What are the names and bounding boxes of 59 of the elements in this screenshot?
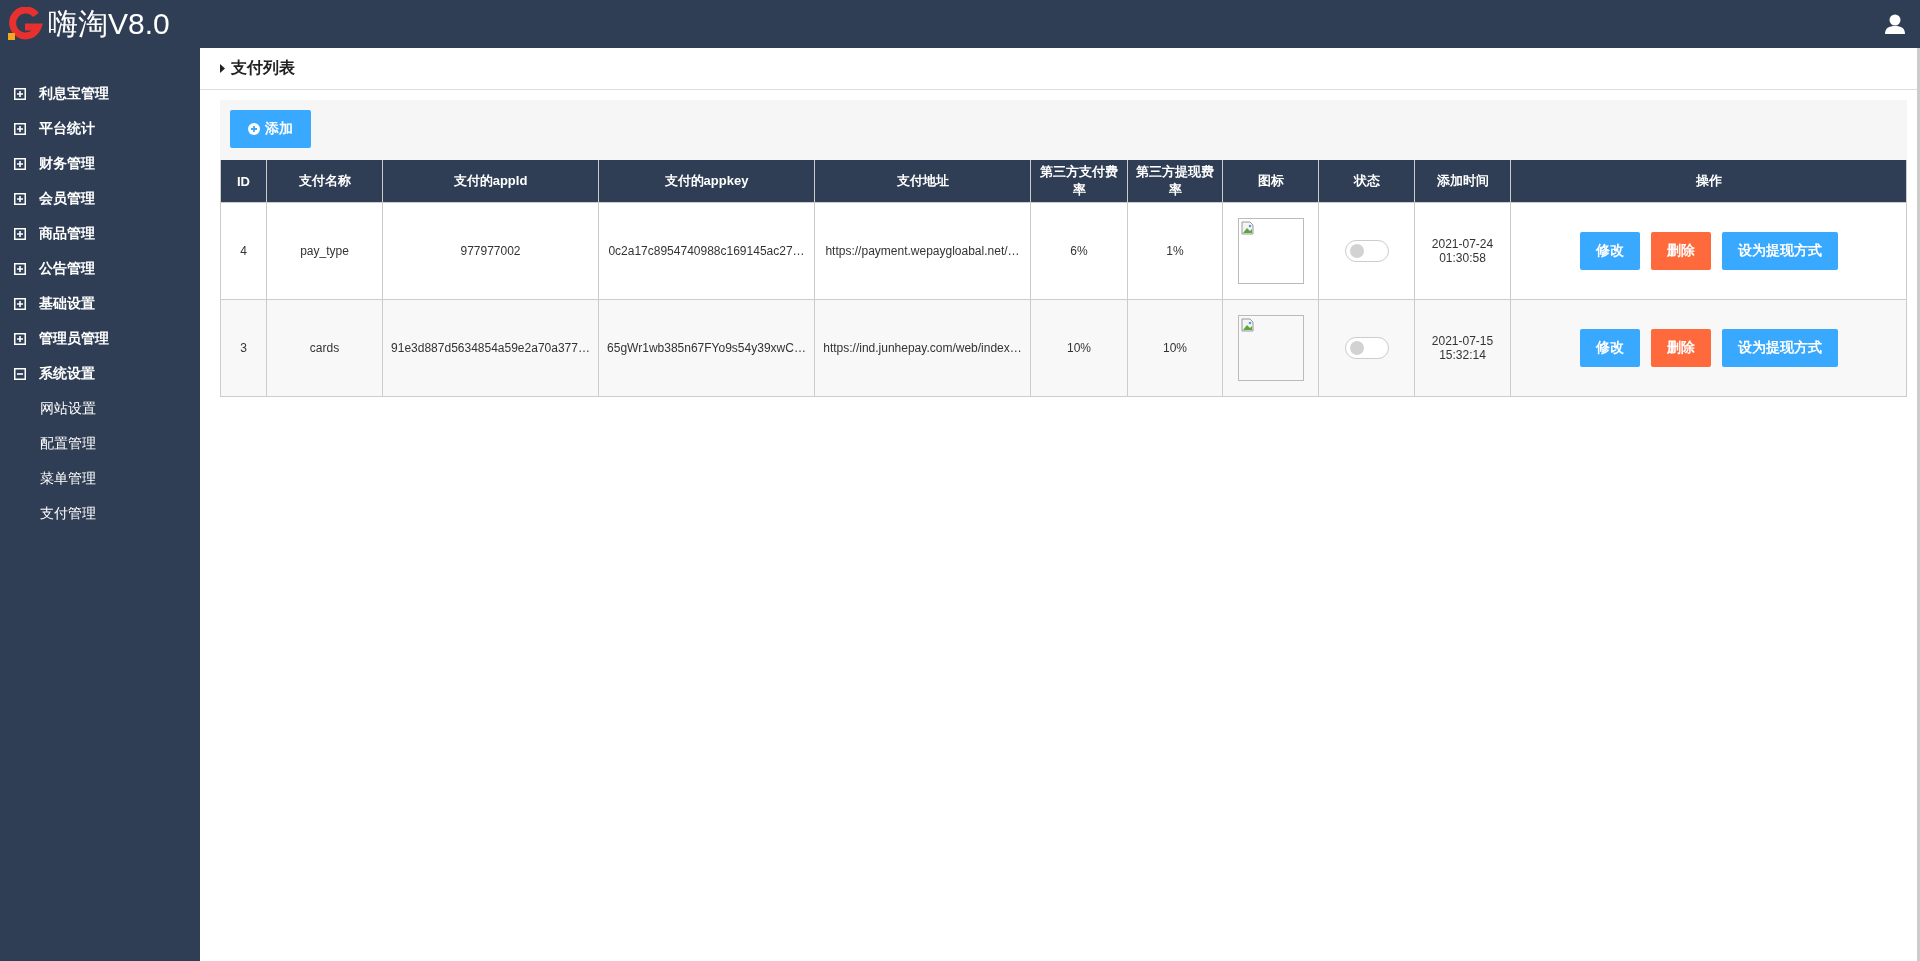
sidebar-item[interactable]: 基础设置 — [0, 286, 200, 321]
column-header: 第三方提现费率 — [1127, 160, 1223, 203]
table-cell: pay_type — [266, 202, 383, 300]
sidebar-item[interactable]: 利息宝管理 — [0, 76, 200, 111]
table-cell: https://payment.wepaygloabal.net/… — [814, 202, 1031, 300]
table-cell: 91e3d887d5634854a59e2a70a377… — [382, 299, 599, 397]
sidebar-subitem[interactable]: 支付管理 — [0, 496, 200, 531]
column-header: 操作 — [1510, 160, 1907, 203]
page-title: 支付列表 — [231, 58, 295, 78]
table-cell: 6% — [1030, 202, 1128, 300]
sidebar-label: 商品管理 — [39, 224, 95, 243]
broken-image-icon — [1240, 221, 1255, 235]
status-toggle[interactable] — [1344, 240, 1389, 262]
table-cell: 10% — [1030, 299, 1128, 397]
sidebar-label: 财务管理 — [39, 154, 95, 173]
sidebar-label: 公告管理 — [39, 259, 95, 278]
sidebar-label: 管理员管理 — [39, 329, 109, 348]
sidebar-label: 会员管理 — [39, 189, 95, 208]
broken-image-icon — [1240, 318, 1255, 332]
sidebar-item[interactable]: 系统设置 — [0, 356, 200, 391]
app-title: 嗨淘V8.0 — [48, 5, 170, 42]
table-cell: 3 — [220, 299, 267, 397]
sidebar-label: 系统设置 — [39, 364, 95, 383]
sidebar-item[interactable]: 会员管理 — [0, 181, 200, 216]
sidebar-item[interactable]: 商品管理 — [0, 216, 200, 251]
caret-icon — [220, 64, 225, 73]
column-header: 状态 — [1318, 160, 1415, 203]
table-cell: 1% — [1127, 202, 1223, 300]
sidebar-subitem[interactable]: 菜单管理 — [0, 461, 200, 496]
sidebar-label: 利息宝管理 — [39, 84, 109, 103]
column-header: 支付的appId — [382, 160, 599, 203]
plus-circle-icon — [248, 123, 260, 135]
sidebar-item[interactable]: 公告管理 — [0, 251, 200, 286]
table-cell: https://ind.junhepay.com/web/index… — [814, 299, 1031, 397]
column-header: 支付的appkey — [598, 160, 815, 203]
status-toggle[interactable] — [1344, 337, 1389, 359]
sidebar-item[interactable]: 财务管理 — [0, 146, 200, 181]
table-cell: 4 — [220, 202, 267, 300]
table-cell: cards — [266, 299, 383, 397]
table-cell: 2021-07-24 01:30:58 — [1414, 202, 1511, 300]
table-cell: 977977002 — [382, 202, 599, 300]
logo-icon — [6, 7, 44, 41]
user-icon[interactable] — [1884, 13, 1906, 35]
column-header: 支付地址 — [814, 160, 1031, 203]
table-cell: 2021-07-15 15:32:14 — [1414, 299, 1511, 397]
table-cell: 0c2a17c8954740988c169145ac27… — [598, 202, 815, 300]
sidebar-item[interactable]: 平台统计 — [0, 111, 200, 146]
column-header: ID — [220, 160, 267, 203]
column-header: 第三方支付费率 — [1030, 160, 1128, 203]
sidebar-subitem[interactable]: 配置管理 — [0, 426, 200, 461]
table-cell: 65gWr1wb385n67FYo9s54y39xwC… — [598, 299, 815, 397]
sidebar-label: 基础设置 — [39, 294, 95, 313]
sidebar-label: 平台统计 — [39, 119, 95, 138]
column-header: 图标 — [1222, 160, 1319, 203]
sidebar-item[interactable]: 管理员管理 — [0, 321, 200, 356]
sidebar-subitem[interactable]: 网站设置 — [0, 391, 200, 426]
column-header: 支付名称 — [266, 160, 383, 203]
column-header: 添加时间 — [1414, 160, 1511, 203]
table-cell: 10% — [1127, 299, 1223, 397]
